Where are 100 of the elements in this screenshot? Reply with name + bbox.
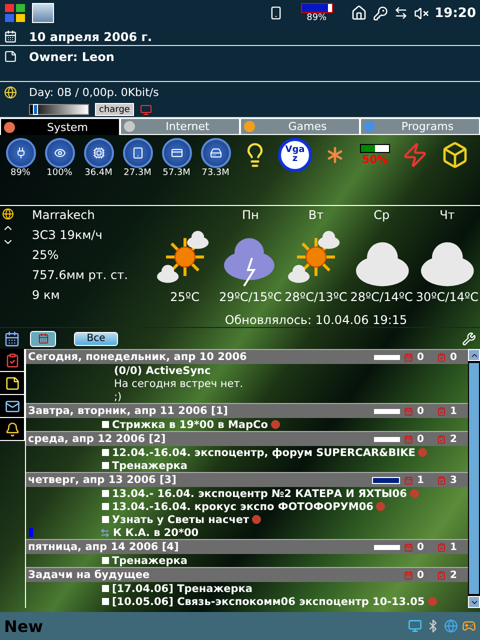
tab[interactable]: Games bbox=[240, 118, 360, 135]
arrows-icon bbox=[100, 528, 110, 538]
task-checkbox[interactable] bbox=[102, 503, 109, 510]
home-icon[interactable] bbox=[350, 5, 367, 21]
temperature-text: 30ºC/14ºC bbox=[416, 290, 478, 304]
task-text[interactable]: 13.04.-16.04. крокус экспо ФОТОФОРУМ06 bbox=[112, 500, 374, 512]
gauge-reading: 57.3M bbox=[162, 168, 190, 178]
mail-button[interactable] bbox=[0, 395, 25, 418]
task-checkbox[interactable] bbox=[102, 449, 109, 456]
slider-thumb[interactable] bbox=[32, 104, 38, 115]
tools-icon[interactable] bbox=[462, 332, 476, 346]
task-count: 1 bbox=[450, 542, 458, 552]
day-header[interactable]: Сегодня, понедельник, апр 10 2006 0 0 bbox=[26, 349, 468, 364]
lightning-icon[interactable] bbox=[402, 142, 428, 168]
ring-gauge-icon[interactable] bbox=[84, 138, 114, 168]
tab[interactable]: System bbox=[0, 118, 120, 135]
vga-icon[interactable]: Vga z bbox=[278, 138, 312, 172]
arrows-icon[interactable] bbox=[394, 6, 408, 20]
meter-track[interactable] bbox=[360, 144, 390, 153]
tab[interactable]: Programs bbox=[360, 118, 480, 135]
clock-time[interactable]: 19:20 bbox=[434, 6, 476, 20]
tab[interactable]: Internet bbox=[120, 118, 240, 135]
filter-button[interactable]: Все bbox=[74, 332, 118, 346]
task-checkbox[interactable] bbox=[102, 462, 109, 469]
note-text: ;) bbox=[114, 390, 122, 402]
appointment-count: 0 bbox=[417, 406, 425, 416]
visibility-text: 9 км bbox=[32, 288, 61, 302]
gauge-reading: 73.3M bbox=[202, 168, 230, 178]
day-name: Ср bbox=[374, 208, 390, 224]
meter-reading: 50% bbox=[362, 153, 388, 166]
task-text[interactable]: Тренажерка bbox=[112, 460, 188, 472]
scroll-up-button[interactable] bbox=[468, 349, 480, 361]
day-header[interactable]: Задачи на будущее 0 2 bbox=[26, 567, 468, 582]
task-text[interactable]: 13.04.- 16.04. экспоцентр №2 КАТЕРА И ЯХТЫ06 bbox=[112, 488, 407, 500]
task-checkbox[interactable] bbox=[102, 490, 109, 497]
task-icon bbox=[437, 352, 446, 362]
day-name: Чт bbox=[440, 208, 455, 224]
scroll-thumb[interactable] bbox=[469, 363, 479, 594]
task-checkbox[interactable] bbox=[102, 585, 109, 592]
task-text[interactable]: Тренажерка bbox=[112, 554, 188, 566]
task-text[interactable]: [17.04.06] Тренажерка bbox=[112, 582, 253, 594]
day-header[interactable]: Завтра, вторник, апр 11 2006 [1] 0 1 bbox=[26, 403, 468, 418]
bell-button[interactable] bbox=[0, 418, 25, 441]
ring-gauge-icon[interactable] bbox=[44, 138, 74, 168]
scroll-down-button[interactable] bbox=[468, 596, 480, 608]
view-button[interactable] bbox=[30, 330, 56, 346]
task-checkbox[interactable] bbox=[102, 516, 109, 523]
ring-gauge-icon[interactable] bbox=[162, 138, 192, 168]
appointment-icon bbox=[404, 434, 413, 444]
temperature-text: 25ºC bbox=[170, 290, 200, 304]
sync-text[interactable]: (0/0) ActiveSync bbox=[114, 364, 211, 376]
notes-button[interactable] bbox=[0, 372, 25, 395]
gauge-reading: 36.4M bbox=[84, 168, 112, 178]
task-text[interactable]: 12.04.-16.04. экспоцентр, форум SUPERCAR&BIKE bbox=[112, 446, 416, 458]
task-count: 2 bbox=[450, 434, 458, 444]
appointment-icon bbox=[404, 570, 413, 580]
gauge-reading: 100% bbox=[46, 168, 72, 178]
app-icon[interactable] bbox=[32, 3, 54, 23]
day-name: Пн bbox=[242, 208, 259, 224]
start-logo-icon[interactable] bbox=[4, 2, 26, 24]
day-header[interactable]: пятница, апр 14 2006 [4] 0 1 bbox=[26, 539, 468, 554]
day-header[interactable]: четверг, апр 13 2006 [3] 1 3 bbox=[26, 472, 468, 487]
slider-track[interactable] bbox=[29, 104, 89, 115]
task-text[interactable]: [10.05.06] Связь-экспокомм06 экспоцентр 10-13.05 bbox=[112, 596, 425, 608]
temperature-text: 28ºC/14ºC bbox=[350, 290, 413, 304]
task-icon bbox=[437, 570, 446, 580]
task-checkbox[interactable] bbox=[102, 557, 109, 564]
pressure-text: 757.6мм рт. ст. bbox=[32, 268, 129, 282]
date-text[interactable]: 10 апреля 2006 г. bbox=[29, 30, 152, 41]
task-count: 3 bbox=[450, 474, 458, 486]
day-title: пятница, апр 14 2006 [4] bbox=[28, 541, 180, 553]
temperature-text: 29ºC/15ºC bbox=[219, 290, 282, 304]
ring-gauge-icon[interactable] bbox=[122, 138, 152, 168]
key-icon[interactable] bbox=[372, 6, 388, 20]
gamepad-icon[interactable] bbox=[462, 619, 476, 633]
note-icon bbox=[4, 376, 20, 390]
cube-icon[interactable] bbox=[441, 141, 469, 169]
task-text[interactable]: Узнать у Светы насчет bbox=[112, 514, 250, 526]
network-icon[interactable] bbox=[408, 619, 422, 633]
ring-gauge-icon[interactable] bbox=[200, 138, 230, 168]
city-name: Marrakech bbox=[32, 208, 96, 222]
bell-icon bbox=[4, 422, 20, 436]
traffic-text[interactable]: Day: 0B / 0,00р. 0Kbit/s bbox=[29, 86, 159, 99]
task-checkbox[interactable] bbox=[102, 598, 109, 605]
charge-button[interactable]: charge bbox=[95, 103, 134, 116]
calendar-icon[interactable] bbox=[4, 330, 20, 346]
tasks-button[interactable] bbox=[0, 349, 25, 372]
ring-gauge-icon[interactable] bbox=[6, 138, 36, 168]
owner-text[interactable]: Owner: Leon bbox=[29, 50, 114, 77]
task-text[interactable]: Стрижка в 19*00 в МарСо bbox=[112, 418, 268, 430]
appointment-text[interactable]: К К.А. в 20*00 bbox=[113, 526, 199, 538]
day-title: Задачи на будущее bbox=[28, 569, 151, 581]
day-header[interactable]: среда, апр 12 2006 [2] 0 2 bbox=[26, 431, 468, 446]
day-title: среда, апр 12 2006 [2] bbox=[28, 433, 167, 445]
speaker-icon[interactable] bbox=[414, 6, 429, 20]
appointment-count: 0 bbox=[417, 352, 425, 362]
day-title: Завтра, вторник, апр 11 2006 [1] bbox=[28, 405, 229, 417]
task-checkbox[interactable] bbox=[102, 421, 109, 428]
gauge-reading: 27.3M bbox=[124, 168, 152, 178]
humidity-text: 25% bbox=[32, 248, 60, 262]
